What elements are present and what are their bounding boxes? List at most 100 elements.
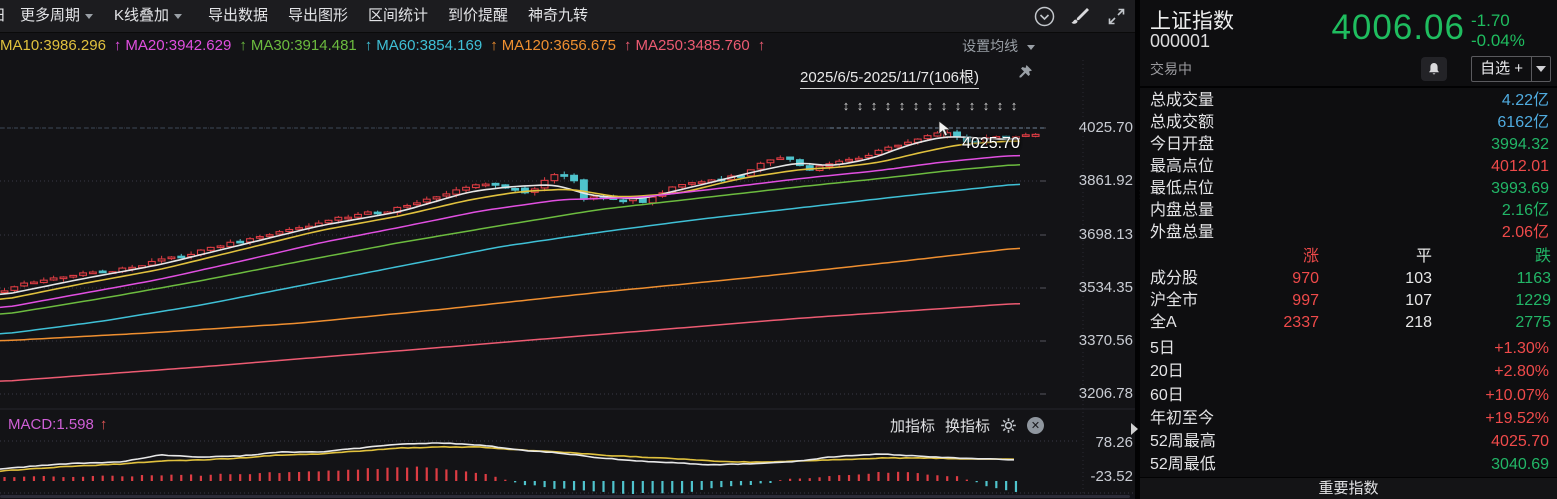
- macd-tick-label: -23.52: [1090, 468, 1133, 485]
- breadth-row: 成分股 970 103 1163: [1140, 268, 1557, 290]
- period-row: 52周最低 3040.69: [1140, 453, 1557, 476]
- breadth-up-count: 997: [1292, 292, 1319, 309]
- period-value: +2.80%: [1494, 363, 1549, 381]
- mouse-cursor-icon: [938, 120, 954, 138]
- watchlist-label: 自选 +: [1472, 57, 1532, 81]
- stats-list: 总成交量 4.22亿总成交额 6162亿今日开盘 3994.32 最高点位 4012.01…: [1140, 90, 1557, 244]
- stat-row: 今日开盘 3994.32: [1140, 134, 1557, 156]
- macd-histogram: [3, 466, 1018, 495]
- stat-label: 最高点位: [1150, 158, 1215, 175]
- breadth-header-row: 涨平跌: [1140, 246, 1557, 268]
- macd-dea-line: [0, 445, 1015, 473]
- ma-line-MA10: [0, 140, 1021, 300]
- breadth-header: 涨: [1302, 248, 1319, 265]
- breadth-down-count: 2775: [1515, 314, 1551, 331]
- period-value: 3040.69: [1491, 456, 1549, 474]
- trading-status: 交易中: [1150, 61, 1192, 77]
- breadth-up-count: 970: [1292, 270, 1319, 287]
- chart-scrollbar[interactable]: [0, 494, 1135, 499]
- change-amount: -1.70: [1471, 11, 1510, 30]
- svg-text:↕: ↕: [927, 98, 934, 113]
- period-value: +19.52%: [1485, 409, 1549, 427]
- period-label: 60日: [1150, 386, 1184, 404]
- period-value: +1.30%: [1494, 340, 1549, 357]
- breadth-up-count: 2337: [1283, 314, 1319, 331]
- index-code: 000001: [1150, 31, 1211, 51]
- stat-label: 内盘总量: [1150, 202, 1215, 219]
- stat-label: 总成交量: [1150, 92, 1215, 109]
- add-indicator-button[interactable]: 加指标: [890, 415, 935, 436]
- period-label: 52周最高: [1150, 433, 1216, 451]
- period-label: 20日: [1150, 363, 1184, 381]
- period-label: 5日: [1150, 340, 1175, 357]
- svg-text:↕: ↕: [1011, 98, 1018, 113]
- stat-row: 最高点位 4012.01: [1140, 156, 1557, 178]
- quote-panel: 上证指数 000001 4006.06 -1.70 -0.04% 交易中 自选 …: [1140, 0, 1557, 499]
- svg-text:↕: ↕: [997, 98, 1004, 113]
- breadth-row-label: 全A: [1150, 314, 1177, 331]
- stat-row: 总成交量 4.22亿: [1140, 90, 1557, 112]
- stat-value: 3993.69: [1491, 180, 1549, 197]
- price-tick-label: 3370.56: [1078, 332, 1133, 349]
- breadth-row: 全A 2337 218 2775: [1140, 312, 1557, 334]
- period-returns-list: 5日 +1.30% 20日 +2.80% 60日 +10.07% 年初至今 +19.52% 52…: [1140, 337, 1557, 477]
- gear-icon[interactable]: [1000, 417, 1017, 434]
- period-row: 60日 +10.07%: [1140, 384, 1557, 407]
- close-indicator-icon[interactable]: ✕: [1027, 416, 1045, 434]
- stat-row: 内盘总量 2.16亿: [1140, 200, 1557, 222]
- macd-tick-label: 78.26: [1095, 434, 1133, 451]
- svg-text:↕: ↕: [899, 98, 906, 113]
- watchlist-dropdown[interactable]: [1532, 66, 1550, 72]
- macd-dif-line: [0, 442, 1014, 470]
- breadth-row-label: 成分股: [1150, 270, 1199, 287]
- collapse-panel-arrow[interactable]: [1131, 423, 1138, 435]
- stat-value: 3994.32: [1491, 136, 1549, 153]
- svg-text:↕: ↕: [983, 98, 990, 113]
- switch-indicator-button[interactable]: 换指标: [945, 415, 990, 436]
- svg-text:↕: ↕: [913, 98, 920, 113]
- svg-text:↕: ↕: [969, 98, 976, 113]
- price-tick-label: 4025.70: [1078, 119, 1133, 136]
- date-range-label[interactable]: 2025/6/5-2025/11/7(106根): [800, 66, 980, 89]
- magic-nine-markers: ↕ ↕ ↕ ↕ ↕ ↕ ↕ ↕ ↕ ↕ ↕ ↕ ↕: [843, 98, 1018, 113]
- svg-text:↕: ↕: [871, 98, 878, 113]
- alert-bell-button[interactable]: [1421, 57, 1447, 81]
- breadth-flat-count: 103: [1405, 270, 1432, 287]
- price-change: -1.70 -0.04%: [1471, 11, 1549, 51]
- price-tick-label: 3534.35: [1078, 279, 1133, 296]
- stat-value: 4.22亿: [1501, 92, 1549, 109]
- breadth-header: 跌: [1534, 248, 1551, 265]
- important-indices-tab[interactable]: 重要指数: [1140, 478, 1557, 499]
- ma-line-MA250: [0, 302, 1021, 382]
- chevron-down-icon: [1536, 66, 1546, 72]
- ma-line-MA20: [0, 154, 1021, 309]
- breadth-table: 涨 平 跌成分股 970 103 1163 沪全市 997 107 1229 全A 2337 218 27…: [1140, 246, 1557, 334]
- period-label: 52周最低: [1150, 456, 1216, 474]
- breadth-flat-count: 107: [1405, 292, 1432, 309]
- breadth-row: 沪全市 997 107 1229: [1140, 290, 1557, 312]
- period-value: +10.07%: [1485, 386, 1549, 404]
- scrollbar-handle[interactable]: [0, 495, 1130, 498]
- indicator-toolbar: 加指标 换指标 ✕: [890, 415, 1045, 436]
- stat-value: 2.16亿: [1501, 202, 1549, 219]
- stat-value: 6162亿: [1497, 114, 1549, 131]
- change-percent: -0.04%: [1471, 31, 1525, 50]
- period-row: 5日 +1.30%: [1140, 337, 1557, 360]
- period-row: 年初至今 +19.52%: [1140, 407, 1557, 430]
- svg-text:↕: ↕: [955, 98, 962, 113]
- period-value: 4025.70: [1491, 433, 1549, 451]
- stat-row: 外盘总量 2.06亿: [1140, 222, 1557, 244]
- breadth-row-label: 沪全市: [1150, 292, 1199, 309]
- stat-label: 今日开盘: [1150, 136, 1215, 153]
- period-label: 年初至今: [1150, 409, 1215, 427]
- breadth-down-count: 1163: [1516, 270, 1551, 287]
- bell-icon: [1429, 62, 1439, 74]
- svg-text:↕: ↕: [857, 98, 864, 113]
- period-row: 52周最高 4025.70: [1140, 430, 1557, 453]
- breadth-header: 平: [1415, 248, 1432, 265]
- watchlist-button[interactable]: 自选 +: [1471, 56, 1551, 82]
- stock-app-window: 日更多周期K线叠加导出数据导出图形区间统计到价提醒神奇九转 MA10:3986.…: [0, 0, 1557, 499]
- stat-row: 总成交额 6162亿: [1140, 112, 1557, 134]
- pushpin-icon[interactable]: [1018, 64, 1033, 79]
- up-arrow-icon: ↑: [99, 416, 108, 433]
